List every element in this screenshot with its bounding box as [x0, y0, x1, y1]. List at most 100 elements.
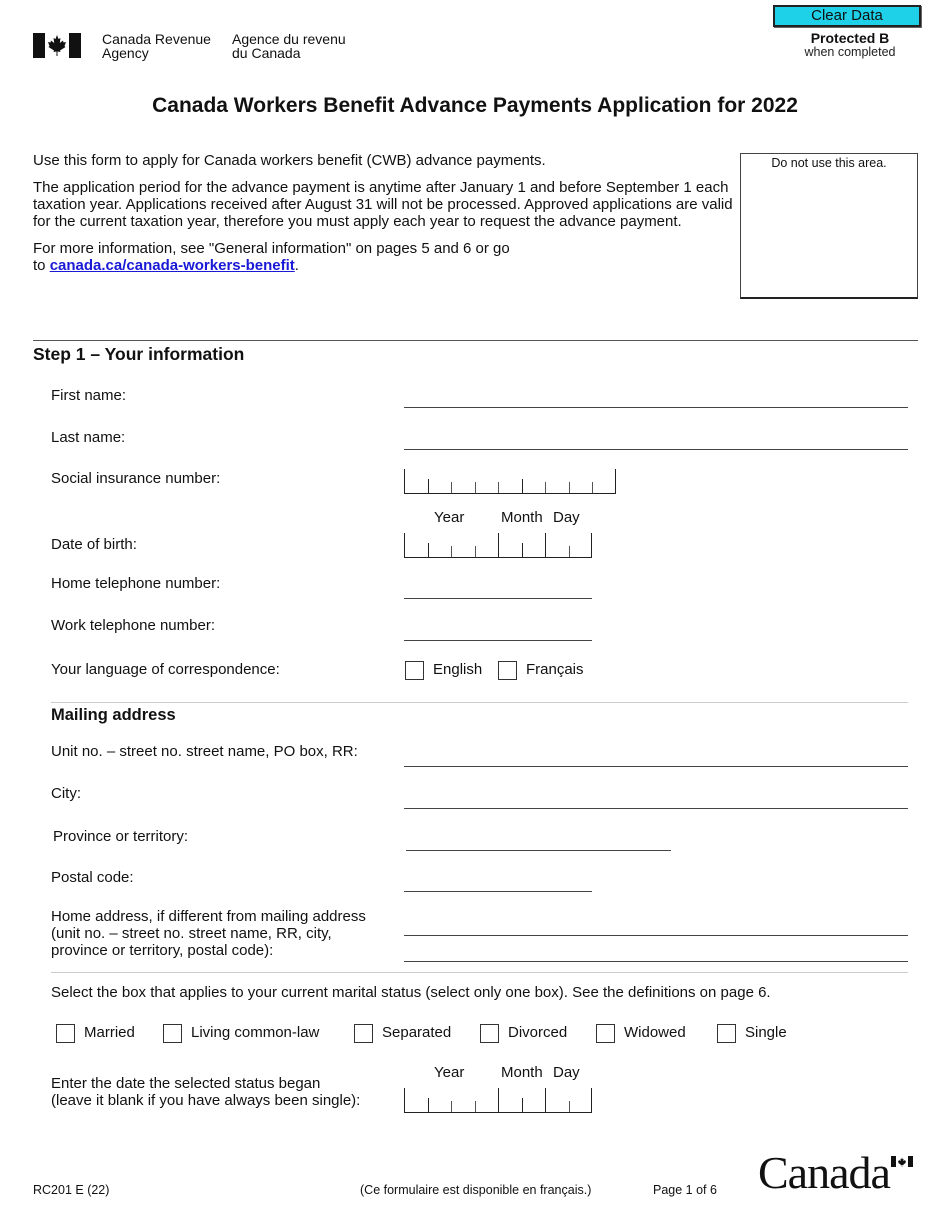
maple-leaf-icon	[48, 35, 66, 56]
status-date-label: Enter the date the selected status began…	[51, 1075, 360, 1109]
sin-input[interactable]	[404, 469, 616, 494]
english-label: English	[433, 661, 483, 678]
intro-paragraph-2: The application period for the advance p…	[33, 179, 733, 230]
city-input[interactable]	[404, 787, 908, 809]
comb-divider	[498, 482, 499, 493]
street-input[interactable]	[404, 745, 908, 767]
comb-divider	[404, 1088, 405, 1112]
separated-checkbox[interactable]	[354, 1024, 373, 1043]
do-not-use-label: Do not use this area.	[771, 156, 887, 170]
comb-divider	[569, 482, 570, 493]
comb-divider	[428, 479, 429, 493]
common-law-label: Living common-law	[191, 1024, 320, 1041]
last-name-label: Last name:	[51, 429, 126, 446]
home-address-input-2[interactable]	[404, 940, 908, 962]
home-address-line1: Home address, if different from mailing …	[51, 908, 366, 925]
comb-divider	[522, 479, 523, 493]
postal-code-input[interactable]	[404, 870, 592, 892]
comb-divider	[569, 546, 570, 557]
intro-paragraph-3: For more information, see "General infor…	[33, 240, 738, 274]
postal-code-label: Postal code:	[51, 869, 134, 886]
married-label: Married	[84, 1024, 135, 1041]
married-checkbox[interactable]	[56, 1024, 75, 1043]
home-address-input-1[interactable]	[404, 914, 908, 936]
comb-divider	[522, 543, 523, 557]
widowed-checkbox[interactable]	[596, 1024, 615, 1043]
agency-fr-line1: Agence du revenu	[232, 31, 346, 47]
francais-label: Français	[526, 661, 584, 678]
common-law-checkbox[interactable]	[163, 1024, 182, 1043]
section-divider	[33, 340, 918, 341]
more-info-to: to	[33, 257, 50, 274]
mailing-address-title: Mailing address	[51, 706, 176, 724]
first-name-label: First name:	[51, 387, 127, 404]
comb-divider	[404, 469, 405, 493]
canada-wordmark: Canada	[758, 1147, 891, 1198]
comb-divider	[475, 1101, 476, 1112]
wordmark-flag-icon	[891, 1156, 913, 1167]
status-date-line1: Enter the date the selected status began	[51, 1075, 321, 1092]
page-number: Page 1 of 6	[653, 1183, 717, 1197]
comb-divider	[451, 546, 452, 557]
widowed-label: Widowed	[624, 1024, 686, 1041]
dob-label: Date of birth:	[51, 536, 137, 553]
status-year-label: Year	[434, 1064, 465, 1081]
home-address-line3: province or territory, postal code):	[51, 942, 274, 959]
protected-b-text: Protected B	[810, 30, 890, 46]
period: .	[294, 257, 299, 274]
english-checkbox[interactable]	[405, 661, 424, 680]
divider	[51, 702, 908, 703]
when-completed-text: when completed	[804, 45, 896, 59]
dob-input[interactable]	[404, 533, 592, 558]
intro-paragraph-1: Use this form to apply for Canada worker…	[33, 152, 546, 169]
home-address-line2: (unit no. – street no. street name, RR, …	[51, 925, 332, 942]
comb-divider	[545, 482, 546, 493]
language-label: Your language of correspondence:	[51, 661, 280, 678]
separated-label: Separated	[382, 1024, 452, 1041]
sin-label: Social insurance number:	[51, 470, 221, 487]
government-of-canada-flag-icon	[33, 33, 81, 58]
comb-divider	[591, 1088, 592, 1112]
comb-divider	[569, 1101, 570, 1112]
work-phone-label: Work telephone number:	[51, 617, 215, 634]
comb-divider	[451, 1101, 452, 1112]
home-phone-input[interactable]	[404, 577, 592, 599]
single-label: Single	[745, 1024, 787, 1041]
cwb-info-link[interactable]: canada.ca/canada-workers-benefit	[50, 257, 295, 274]
comb-divider	[615, 469, 616, 493]
form-title: Canada Workers Benefit Advance Payments …	[152, 94, 798, 117]
single-checkbox[interactable]	[717, 1024, 736, 1043]
do-not-use-area: Do not use this area.	[740, 153, 918, 299]
home-phone-label: Home telephone number:	[51, 575, 221, 592]
comb-divider	[522, 1098, 523, 1112]
clear-data-button[interactable]: Clear Data	[773, 5, 921, 27]
last-name-input[interactable]	[404, 428, 908, 450]
dob-month-label: Month	[501, 509, 543, 526]
province-input[interactable]	[406, 829, 671, 851]
comb-divider	[592, 482, 593, 493]
agency-en-line2: Agency	[102, 45, 149, 61]
work-phone-input[interactable]	[404, 619, 592, 641]
comb-divider	[428, 543, 429, 557]
street-label: Unit no. – street no. street name, PO bo…	[51, 743, 358, 760]
comb-divider	[428, 1098, 429, 1112]
status-month-label: Month	[501, 1064, 543, 1081]
comb-divider	[475, 546, 476, 557]
dob-day-label: Day	[553, 509, 580, 526]
first-name-input[interactable]	[404, 386, 908, 408]
agency-fr-line2: du Canada	[232, 45, 301, 61]
status-date-input[interactable]	[404, 1088, 592, 1113]
divorced-checkbox[interactable]	[480, 1024, 499, 1043]
comb-divider	[498, 1088, 499, 1112]
comb-divider	[498, 533, 499, 557]
comb-divider	[404, 533, 405, 557]
agency-en-line1: Canada Revenue	[102, 31, 211, 47]
french-availability-note: (Ce formulaire est disponible en françai…	[360, 1183, 592, 1197]
marital-instruction: Select the box that applies to your curr…	[51, 984, 771, 1001]
divorced-label: Divorced	[508, 1024, 568, 1041]
form-code: RC201 E (22)	[33, 1183, 110, 1197]
francais-checkbox[interactable]	[498, 661, 517, 680]
status-day-label: Day	[553, 1064, 580, 1081]
protected-b-label: Protected B when completed	[790, 31, 910, 59]
comb-divider	[545, 1088, 546, 1112]
